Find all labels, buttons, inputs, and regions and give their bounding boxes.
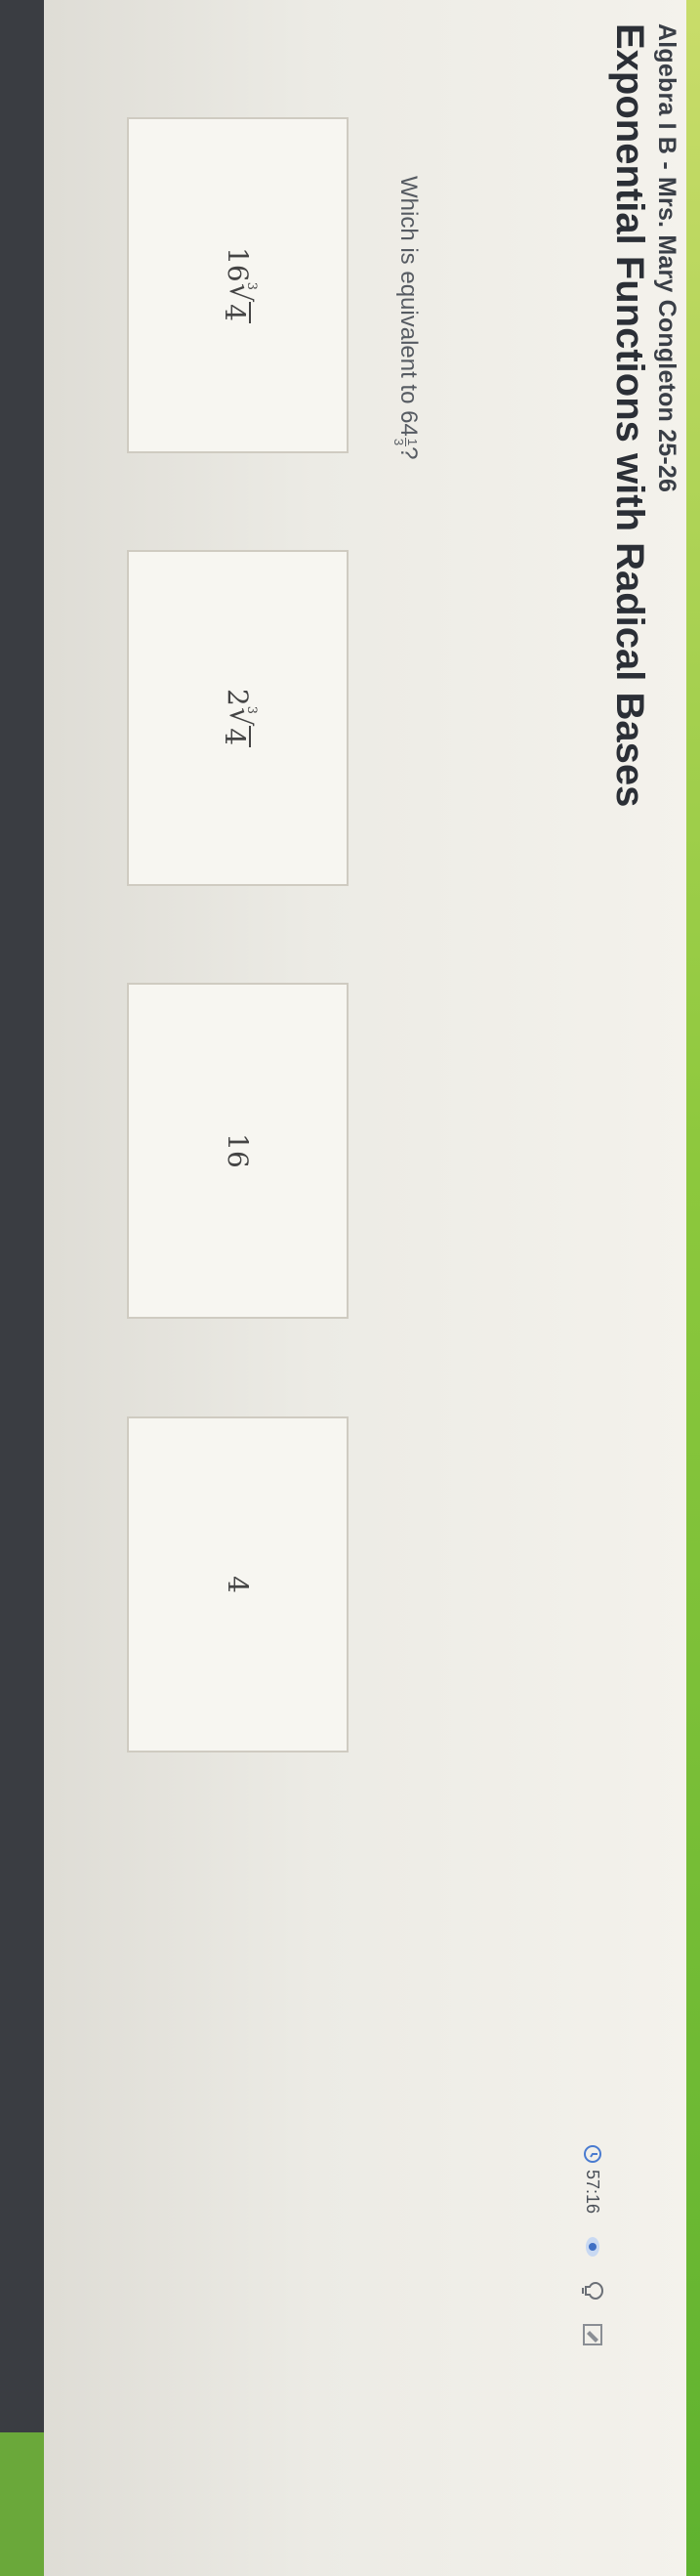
clock-icon bbox=[583, 2144, 602, 2164]
choice-2-radical: 3 √ 4 bbox=[218, 705, 259, 748]
lesson-title: Exponential Functions with Radical Bases bbox=[608, 23, 651, 808]
bottom-bezel bbox=[0, 0, 44, 2576]
progress-dot-icon bbox=[584, 2235, 601, 2259]
exponent-denominator: 3 bbox=[391, 438, 406, 446]
question-base: 64 bbox=[395, 410, 422, 437]
hint-icon[interactable] bbox=[581, 2280, 604, 2302]
choice-1-index: 3 bbox=[243, 281, 259, 290]
question-exponent: 13 bbox=[391, 437, 420, 447]
course-title: Algebra I B - Mrs. Mary Congleton 25-26 bbox=[653, 23, 680, 493]
answer-choice-3[interactable]: 16 bbox=[127, 983, 349, 1319]
top-accent-bar bbox=[686, 0, 700, 2576]
choice-1-radicand: 4 bbox=[218, 302, 251, 323]
question-prefix: Which is equivalent to bbox=[395, 176, 422, 411]
choice-1-radical: 3 √ 4 bbox=[218, 281, 259, 323]
choice-4-text: 4 bbox=[222, 1576, 254, 1593]
choice-2-index: 3 bbox=[243, 705, 259, 715]
question-suffix: ? bbox=[395, 446, 422, 460]
notes-icon[interactable] bbox=[581, 2323, 604, 2348]
status-bar: 57:16 bbox=[573, 2144, 612, 2348]
answer-choice-2[interactable]: 2 3 √ 4 bbox=[127, 550, 349, 886]
exponent-numerator: 1 bbox=[405, 437, 420, 447]
question-text: Which is equivalent to 64 1 3? bbox=[391, 176, 422, 460]
choice-2-radicand: 4 bbox=[218, 726, 251, 748]
answer-choice-1[interactable]: 16 3 √ 4 bbox=[127, 117, 349, 453]
timer: 57:16 bbox=[583, 2144, 603, 2214]
choice-1-coefficient: 16 bbox=[222, 247, 254, 282]
answer-choice-4[interactable]: 4 bbox=[127, 1416, 349, 1753]
choice-3-text: 16 bbox=[222, 1133, 254, 1168]
choice-2-coefficient: 2 bbox=[222, 688, 254, 706]
bottom-accent bbox=[0, 2432, 44, 2576]
timer-value: 57:16 bbox=[583, 2170, 603, 2215]
app-screen: Algebra I B - Mrs. Mary Congleton 25-26 … bbox=[0, 0, 700, 2576]
